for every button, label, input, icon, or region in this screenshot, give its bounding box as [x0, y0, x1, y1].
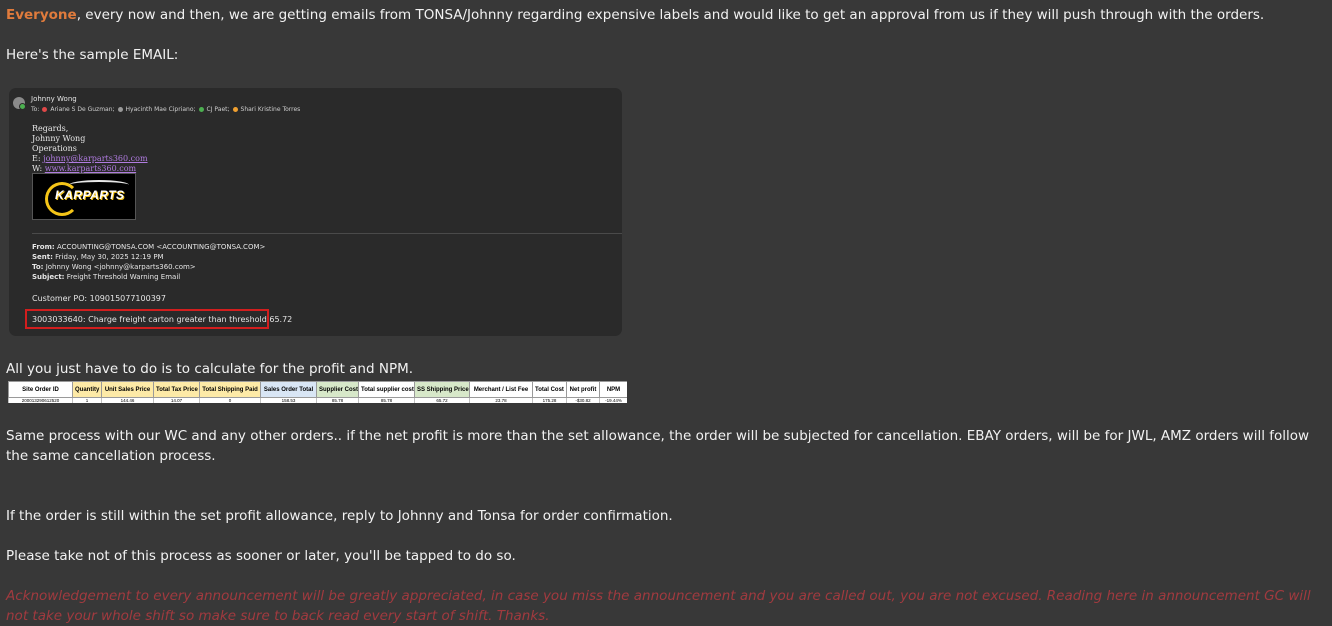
fwd-to: To: Johnny Wong <johnny@karparts360.com> — [32, 263, 196, 271]
table-cell: 1 — [72, 397, 102, 403]
table-cell: 23.78 — [469, 397, 533, 403]
table-cell: 158.53 — [260, 397, 317, 403]
acknowledgement-note: Acknowledgement to every announcement wi… — [6, 588, 1311, 624]
table-cell: 200013290612520 — [8, 397, 73, 403]
sig-email-row: E: johnny@karparts360.com — [32, 154, 148, 164]
table-cell: 175.28 — [532, 397, 567, 403]
email-header: Johnny Wong To: Ariane S De Guzman; Hyac… — [13, 95, 300, 113]
table-header-cell: NPM — [599, 381, 627, 398]
message-line-sample-email: Here's the sample EMAIL: — [6, 47, 179, 63]
presence-dot-icon — [42, 107, 48, 112]
fwd-from: From: ACCOUNTING@TONSA.COM <ACCOUNTING@T… — [32, 243, 266, 251]
everyone-mention[interactable]: Everyone — [6, 7, 77, 23]
table-header-cell: Total Cost — [532, 381, 567, 398]
table-header-cell: Total Shipping Paid — [199, 381, 261, 398]
message-line-confirmation: If the order is still within the set pro… — [6, 508, 673, 524]
table-header-cell: SS Shipping Price — [414, 381, 470, 398]
profit-table-screenshot[interactable]: Site Order ID Quantity Unit Sales Price Tot… — [8, 381, 627, 403]
to-label: To: — [31, 106, 40, 113]
sig-dept: Operations — [32, 144, 77, 153]
table-header-cell: Unit Sales Price — [101, 381, 154, 398]
table-cell: -19.44% — [599, 397, 627, 403]
sender-avatar — [13, 97, 26, 110]
message-line-intro: Everyone, every now and then, we are get… — [6, 5, 1328, 25]
sig-web-label: W: — [32, 164, 43, 173]
table-cell: 14.07 — [153, 397, 200, 403]
divider — [32, 233, 622, 234]
presence-dot-icon — [117, 107, 123, 112]
email-screenshot[interactable]: Johnny Wong To: Ariane S De Guzman; Hyac… — [9, 88, 622, 336]
table-header-cell: Sales Order Total — [260, 381, 317, 398]
profit-table: Site Order ID Quantity Unit Sales Price Tot… — [8, 381, 627, 403]
table-header-cell: Supplier Cost — [316, 381, 359, 398]
table-header-cell: Net profit — [566, 381, 600, 398]
presence-icon — [19, 103, 26, 110]
customer-po: Customer PO: 109015077100397 — [32, 294, 166, 303]
recipient-name: CJ Paet; — [206, 106, 230, 113]
message-line-calculate: All you just have to do is to calculate … — [6, 361, 414, 377]
sender-name: Johnny Wong — [31, 95, 77, 103]
message-line-note: Please take not of this process as soone… — [6, 548, 516, 564]
table-cell: 85.78 — [316, 397, 359, 403]
sig-email-link: johnny@karparts360.com — [43, 154, 148, 163]
recipient-line: To: Ariane S De Guzman; Hyacinth Mae Cip… — [31, 106, 300, 113]
recipient-name: Shari Kristine Torres — [240, 106, 301, 113]
karparts-logo: KARPARTS — [32, 173, 136, 220]
fwd-sent: Sent: Friday, May 30, 2025 12:19 PM — [32, 253, 164, 261]
table-cell: 144.46 — [101, 397, 154, 403]
table-header-cell: Quantity — [72, 381, 102, 398]
forwarded-header: From: ACCOUNTING@TONSA.COM <ACCOUNTING@T… — [32, 242, 265, 282]
table-cell: 65.72 — [414, 397, 470, 403]
table-header-cell: Site Order ID — [8, 381, 73, 398]
logo-text: KARPARTS — [55, 188, 125, 202]
table-header-cell: Merchant / List Fee — [469, 381, 533, 398]
charge-freight-line: 3003033640: Charge freight carton greate… — [32, 315, 293, 324]
table-row: 200013290612520 1 144.46 14.07 0 158.53 85.78 8… — [8, 397, 627, 403]
message-line-process: Same process with our WC and any other o… — [6, 428, 1310, 464]
presence-dot-icon — [198, 107, 204, 112]
fwd-subject: Subject: Freight Threshold Warning Email — [32, 273, 181, 281]
table-header-cell: Total supplier cost — [358, 381, 415, 398]
table-cell: 85.78 — [358, 397, 415, 403]
recipient-name: Ariane S De Guzman; — [50, 106, 115, 113]
sig-web-link: www.karparts360.com — [44, 164, 137, 173]
sig-name: Johnny Wong — [32, 134, 86, 143]
recipient-name: Hyacinth Mae Cipriano; — [125, 106, 196, 113]
table-cell: -$30.82 — [566, 397, 600, 403]
presence-dot-icon — [232, 107, 238, 112]
table-header-row: Site Order ID Quantity Unit Sales Price Tot… — [8, 381, 627, 398]
intro-text: , every now and then, we are getting ema… — [76, 7, 1265, 23]
email-signature: Regards, Johnny Wong Operations E: johnn… — [32, 124, 148, 174]
table-cell: 0 — [199, 397, 261, 403]
sig-email-label: E: — [32, 154, 41, 163]
sig-regards: Regards, — [32, 124, 69, 133]
table-header-cell: Total Tax Price — [153, 381, 200, 398]
